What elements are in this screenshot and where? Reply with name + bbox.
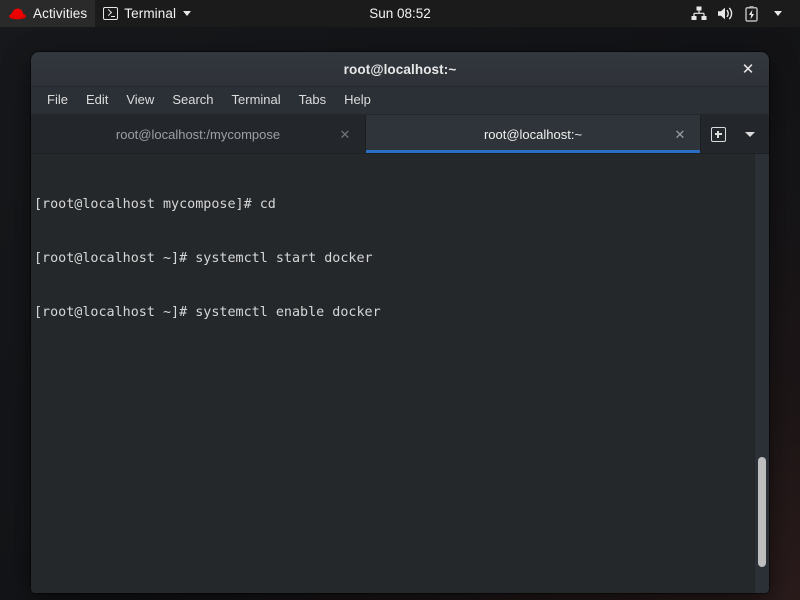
tab-label: root@localhost:/mycompose [115, 126, 281, 142]
volume-icon [712, 0, 738, 27]
menu-terminal[interactable]: Terminal [223, 89, 290, 112]
terminal-body[interactable]: [root@localhost mycompose]# cd [root@loc… [31, 154, 769, 593]
terminal-output[interactable]: [root@localhost mycompose]# cd [root@loc… [31, 154, 754, 593]
system-tray[interactable] [682, 0, 794, 27]
terminal-window: root@localhost:~ ✕ File Edit View Search… [31, 52, 769, 593]
new-tab-button[interactable] [703, 119, 733, 149]
menu-view[interactable]: View [117, 89, 163, 112]
tab-close-icon[interactable]: ✕ [337, 126, 353, 142]
terminal-icon [103, 7, 119, 20]
app-menu-terminal[interactable]: Terminal [95, 0, 199, 27]
gnome-top-bar: Activities Terminal Sun 08:52 [0, 0, 800, 27]
terminal-line: [root@localhost mycompose]# cd [34, 197, 276, 212]
network-wired-icon [686, 0, 712, 27]
tab-bar: root@localhost:/mycompose ✕ root@localho… [31, 115, 769, 154]
clock-label[interactable]: Sun 08:52 [361, 0, 439, 27]
menu-search[interactable]: Search [163, 89, 222, 112]
close-window-button[interactable]: ✕ [737, 58, 759, 80]
tab-mycompose[interactable]: root@localhost:/mycompose ✕ [31, 115, 366, 153]
window-title: root@localhost:~ [343, 61, 457, 77]
terminal-line: [root@localhost ~]# systemctl enable doc… [34, 305, 381, 320]
scrollbar-thumb[interactable] [758, 456, 766, 567]
menu-file[interactable]: File [38, 89, 77, 112]
tab-list-button[interactable] [735, 119, 765, 149]
tab-home[interactable]: root@localhost:~ ✕ [366, 115, 701, 153]
chevron-down-icon [764, 0, 790, 27]
window-titlebar[interactable]: root@localhost:~ ✕ [31, 52, 769, 87]
chevron-down-icon [183, 11, 192, 16]
new-tab-icon [710, 126, 726, 142]
activities-label: Activities [33, 6, 88, 21]
battery-charging-icon [738, 0, 764, 27]
menu-edit[interactable]: Edit [77, 89, 117, 112]
red-hat-logo [9, 8, 26, 20]
terminal-scrollbar[interactable] [754, 154, 769, 593]
menu-bar: File Edit View Search Terminal Tabs Help [31, 87, 769, 115]
tab-tools [701, 115, 769, 153]
menu-help[interactable]: Help [335, 89, 380, 112]
chevron-down-icon [745, 131, 755, 137]
activities-button[interactable]: Activities [0, 0, 96, 27]
app-menu-label: Terminal [124, 6, 177, 21]
top-bar-left-group: Activities Terminal [0, 0, 199, 27]
menu-tabs[interactable]: Tabs [290, 89, 335, 112]
tab-label: root@localhost:~ [483, 126, 583, 142]
terminal-line: [root@localhost ~]# systemctl start dock… [34, 251, 373, 266]
tab-close-icon[interactable]: ✕ [672, 126, 688, 142]
